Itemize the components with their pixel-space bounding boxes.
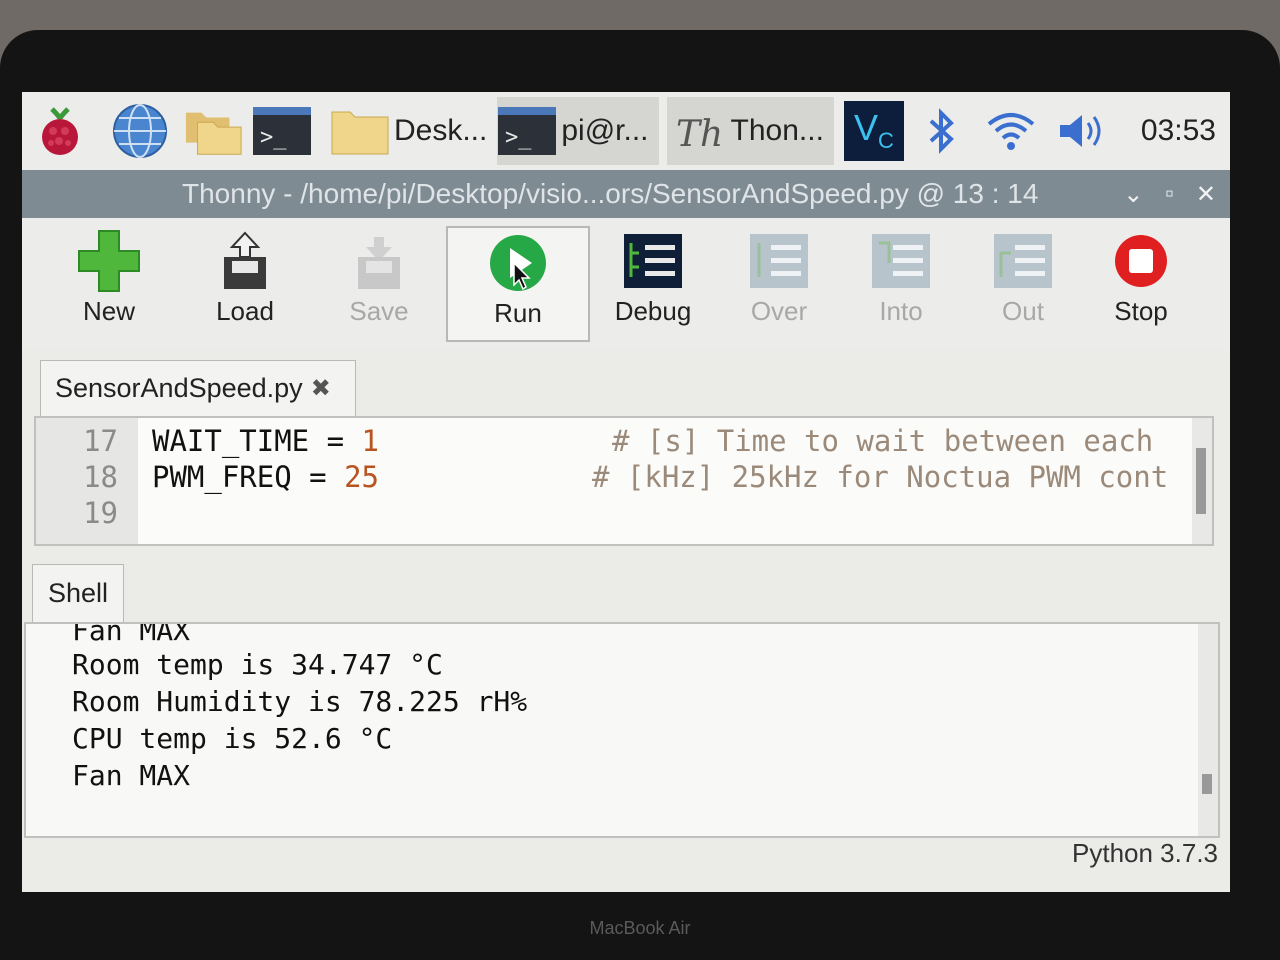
taskbar-thonny-label: Thon... xyxy=(730,114,824,147)
taskbar-terminal-label: pi@r... xyxy=(561,114,649,147)
volume-button[interactable] xyxy=(1058,97,1108,165)
stop-label: Stop xyxy=(1114,296,1168,326)
stop-icon xyxy=(1076,226,1206,296)
folder-icon xyxy=(330,103,390,159)
taskbar-desktop-label: Desk... xyxy=(394,114,488,147)
shell-output-line: Fan MAX xyxy=(72,622,191,647)
wifi-icon xyxy=(986,103,1036,159)
step-over-label: Over xyxy=(750,296,808,326)
code-number: 1 xyxy=(361,424,379,458)
shell-scroll-thumb[interactable] xyxy=(1202,774,1212,794)
editor-scroll-thumb[interactable] xyxy=(1196,448,1206,514)
debug-button[interactable]: Debug xyxy=(588,226,718,338)
editor-tab-label: SensorAndSpeed.py xyxy=(55,373,303,403)
shell-output-line: Room Humidity is 78.225 rH% xyxy=(72,685,528,718)
step-into-icon xyxy=(836,226,966,296)
code-line: 17 WAIT_TIME = 1 # [s] Time to wait betw… xyxy=(36,424,1196,460)
globe-icon xyxy=(110,103,170,159)
shell-output-line: CPU temp is 52.6 °C xyxy=(72,722,393,755)
window-title: Thonny - /home/pi/Desktop/visio...ors/Se… xyxy=(182,178,1039,209)
shell-tab-label: Shell xyxy=(47,578,109,608)
step-over-button[interactable]: Over xyxy=(714,226,844,338)
debug-label: Debug xyxy=(614,296,692,326)
save-button[interactable]: Save xyxy=(314,226,444,338)
line-number: 18 xyxy=(83,460,118,494)
window-titlebar: Thonny - /home/pi/Desktop/visio...ors/Se… xyxy=(22,170,1230,218)
bluetooth-icon xyxy=(924,103,960,159)
code-line: 18 PWM_FREQ = 25 # [kHz] 25kHz for Noctu… xyxy=(36,460,1196,496)
web-browser-button[interactable] xyxy=(110,97,170,165)
speaker-icon xyxy=(1058,103,1108,159)
close-tab-icon[interactable]: ✖ xyxy=(311,374,331,403)
shell-scrollbar[interactable] xyxy=(1198,624,1218,836)
code-variable: PWM_FREQ = xyxy=(152,460,345,494)
vnc-button[interactable]: VC xyxy=(843,97,904,165)
python-version-status[interactable]: Python 3.7.3 xyxy=(1072,838,1218,878)
debug-icon xyxy=(588,226,718,296)
step-into-button[interactable]: Into xyxy=(836,226,966,338)
svg-text:>_: >_ xyxy=(260,125,287,150)
shell-panel[interactable]: Fan MAX Room temp is 34.747 °C Room Humi… xyxy=(24,622,1220,838)
close-icon[interactable]: ✕ xyxy=(1196,180,1216,209)
save-label: Save xyxy=(349,296,409,326)
terminal-icon: >_ xyxy=(252,103,312,159)
taskbar: >_ Desk... >_ pi@r... Th Thon... VC 03:5… xyxy=(22,92,1230,170)
plus-icon xyxy=(44,226,174,296)
load-icon xyxy=(180,226,310,296)
bluetooth-button[interactable] xyxy=(924,97,960,165)
svg-text:>_: >_ xyxy=(505,125,532,150)
thonny-icon: Th xyxy=(667,103,727,159)
macbook-label: MacBook Air xyxy=(589,918,691,938)
clock: 03:53 xyxy=(1140,114,1216,147)
step-out-button[interactable]: Out xyxy=(958,226,1088,338)
load-button[interactable]: Load xyxy=(180,226,310,338)
code-comment: # [s] Time to wait between each xyxy=(612,424,1154,458)
code-line: 19 xyxy=(36,496,1196,532)
minimize-icon[interactable]: ⌄ xyxy=(1123,180,1143,209)
code-variable: WAIT_TIME = xyxy=(152,424,362,458)
run-label: Run xyxy=(494,298,542,328)
vnc-icon: VC xyxy=(843,101,904,161)
step-into-label: Into xyxy=(879,296,923,326)
code-editor[interactable]: 17 WAIT_TIME = 1 # [s] Time to wait betw… xyxy=(34,416,1214,546)
shell-output-line: Room temp is 34.747 °C xyxy=(72,648,443,681)
step-out-icon xyxy=(958,226,1088,296)
maximize-icon[interactable]: ▫ xyxy=(1165,180,1174,209)
line-number: 17 xyxy=(83,424,118,458)
step-over-icon xyxy=(714,226,844,296)
code-comment: # [kHz] 25kHz for Noctua PWM cont xyxy=(592,460,1169,494)
run-button[interactable]: Run xyxy=(446,226,590,342)
folders-icon xyxy=(184,103,244,159)
raspberry-icon xyxy=(30,103,90,159)
raspberry-menu-button[interactable] xyxy=(30,97,90,165)
wifi-button[interactable] xyxy=(986,97,1036,165)
editor-tab[interactable]: SensorAndSpeed.py ✖ xyxy=(40,360,356,416)
editor-scrollbar[interactable] xyxy=(1192,418,1212,544)
step-out-label: Out xyxy=(1002,296,1044,326)
terminal-button[interactable]: >_ xyxy=(252,97,312,165)
new-button[interactable]: New xyxy=(44,226,174,338)
taskbar-thonny-window[interactable]: Th Thon... xyxy=(666,97,834,165)
new-label: New xyxy=(82,296,135,326)
file-manager-button[interactable] xyxy=(184,97,244,165)
run-icon xyxy=(448,228,588,298)
taskbar-desktop-window[interactable]: Desk... xyxy=(330,97,487,165)
shell-output-line: Fan MAX xyxy=(72,759,191,792)
code-number: 25 xyxy=(344,460,379,494)
load-label: Load xyxy=(216,296,274,326)
screen: >_ Desk... >_ pi@r... Th Thon... VC 03:5… xyxy=(22,92,1230,892)
svg-text:Th: Th xyxy=(676,114,722,155)
taskbar-terminal-window[interactable]: >_ pi@r... xyxy=(497,97,659,165)
terminal-icon: >_ xyxy=(497,103,557,159)
toolbar: New Load Save Run Debug Over Into Out St… xyxy=(22,218,1230,350)
stop-button[interactable]: Stop xyxy=(1076,226,1206,338)
line-number: 19 xyxy=(83,496,118,530)
shell-tab[interactable]: Shell xyxy=(32,564,124,622)
save-icon xyxy=(314,226,444,296)
